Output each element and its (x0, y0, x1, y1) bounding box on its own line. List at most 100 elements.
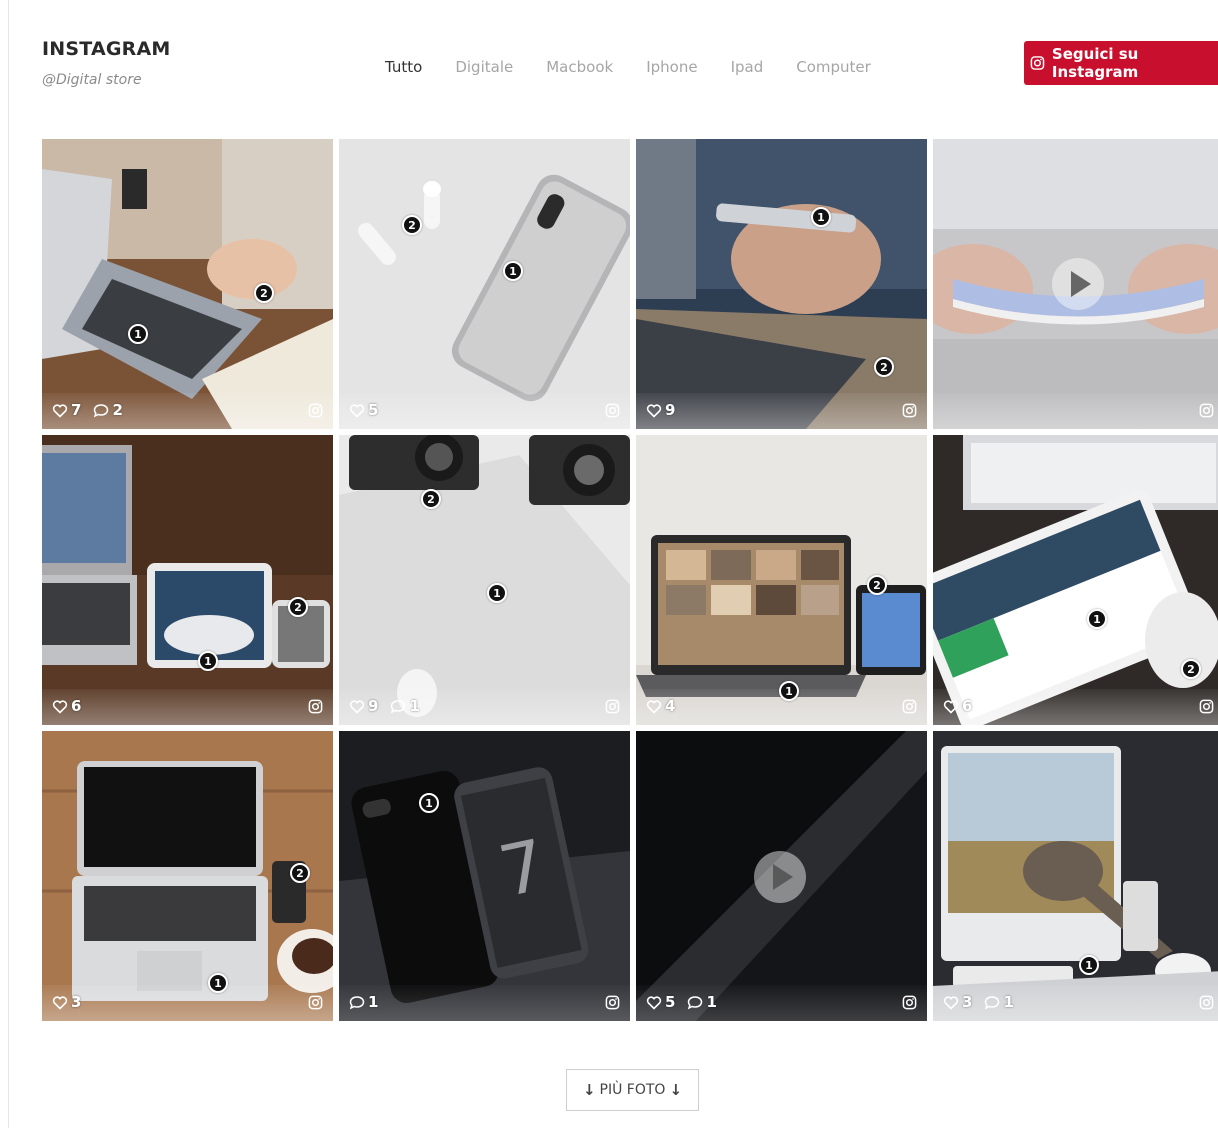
likes-count: 9 (646, 401, 675, 419)
likes-count: 4 (646, 697, 675, 715)
hotspot-marker-1[interactable]: 1 (779, 681, 799, 701)
heart-icon (646, 995, 662, 1010)
instagram-icon[interactable] (1199, 403, 1214, 418)
hotspot-marker-2[interactable]: 2 (288, 597, 308, 617)
instagram-icon[interactable] (1199, 995, 1214, 1010)
heart-icon (646, 403, 662, 418)
photo-tile-12[interactable]: 1 3 1 (933, 731, 1218, 1021)
arrow-down-icon: ↓ (669, 1081, 683, 1099)
hotspot-marker-1[interactable]: 1 (487, 583, 507, 603)
comments-count: 1 (984, 993, 1014, 1011)
video-play-button[interactable] (1052, 258, 1104, 310)
instagram-icon[interactable] (902, 699, 917, 714)
photo-ipad-keyboard (933, 435, 1218, 725)
instagram-icon[interactable] (605, 995, 620, 1010)
comments-count: 1 (349, 993, 378, 1011)
likes-count: 9 (349, 697, 378, 715)
photo-tile-2[interactable]: 1 2 5 (339, 139, 630, 429)
stats-overlay (636, 393, 927, 429)
tile-stats: 7 2 (52, 401, 123, 419)
hotspot-marker-2[interactable]: 2 (254, 283, 274, 303)
instagram-icon[interactable] (902, 403, 917, 418)
photo-tile-1[interactable]: 1 2 7 2 (42, 139, 333, 429)
load-more-photos-button[interactable]: ↓ PIÙ FOTO ↓ (566, 1069, 699, 1111)
filter-tab-iphone[interactable]: Iphone (646, 58, 697, 76)
comments-count: 2 (93, 401, 123, 419)
video-play-button[interactable] (754, 851, 806, 903)
tile-stats: 5 1 (646, 993, 717, 1011)
photo-tile-9[interactable]: 1 2 3 (42, 731, 333, 1021)
instagram-icon[interactable] (605, 403, 620, 418)
photo-tile-5[interactable]: 1 2 6 (42, 435, 333, 725)
heart-icon (52, 995, 68, 1010)
heart-icon (943, 699, 959, 714)
hotspot-marker-1[interactable]: 1 (198, 651, 218, 671)
comment-icon (349, 995, 365, 1009)
comment-icon (688, 995, 703, 1009)
instagram-icon[interactable] (1199, 699, 1214, 714)
hotspot-marker-1[interactable]: 1 (128, 324, 148, 344)
hotspot-marker-2[interactable]: 2 (290, 863, 310, 883)
hotspot-marker-2[interactable]: 2 (402, 215, 422, 235)
photo-tile-8[interactable]: 1 2 6 (933, 435, 1218, 725)
instagram-icon[interactable] (902, 995, 917, 1010)
stats-overlay (339, 393, 630, 429)
filter-tab-computer[interactable]: Computer (796, 58, 871, 76)
heart-icon (646, 699, 662, 714)
hotspot-marker-1[interactable]: 1 (1079, 955, 1099, 975)
heart-icon (943, 995, 959, 1010)
hotspot-marker-1[interactable]: 1 (419, 793, 439, 813)
photo-tile-11[interactable]: 5 1 (636, 731, 927, 1021)
filter-tab-ipad[interactable]: Ipad (731, 58, 764, 76)
photo-laptop-cameras (339, 435, 630, 725)
photo-phone-hand (636, 139, 927, 429)
follow-instagram-button[interactable]: Seguici su Instagram (1024, 41, 1218, 85)
filter-tab-macbook[interactable]: Macbook (546, 58, 613, 76)
heart-icon (349, 403, 365, 418)
hotspot-marker-2[interactable]: 2 (867, 575, 887, 595)
photo-apple-devices-wood (42, 435, 333, 725)
tile-stats: 3 1 (943, 993, 1014, 1011)
likes-count: 5 (646, 993, 675, 1011)
likes-count: 6 (52, 697, 81, 715)
photo-iphone-airpods (339, 139, 630, 429)
instagram-icon (1030, 56, 1045, 70)
tile-stats: 6 (943, 697, 972, 715)
hotspot-marker-1[interactable]: 1 (208, 973, 228, 993)
likes-count: 6 (943, 697, 972, 715)
stats-overlay (933, 689, 1218, 725)
filter-tab-digitale[interactable]: Digitale (455, 58, 513, 76)
hotspot-marker-2[interactable]: 2 (1181, 659, 1201, 679)
hotspot-marker-2[interactable]: 2 (421, 489, 441, 509)
photo-tile-10[interactable]: 7 1 1 (339, 731, 630, 1021)
photo-black-phones: 7 (339, 731, 630, 1021)
photo-grid: 1 2 7 2 1 2 5 1 2 9 1 2 6 1 2 9 1 1 2 4 … (42, 139, 1218, 1021)
gallery-header: INSTAGRAM @Digital store Tutto Digitale … (42, 38, 1218, 98)
photo-tile-7[interactable]: 1 2 4 (636, 435, 927, 725)
likes-count: 3 (943, 993, 972, 1011)
instagram-icon[interactable] (308, 403, 323, 418)
hotspot-marker-1[interactable]: 1 (1087, 609, 1107, 629)
heart-icon (349, 699, 365, 714)
tile-stats: 5 (349, 401, 378, 419)
hotspot-marker-1[interactable]: 1 (811, 207, 831, 227)
stats-overlay (42, 689, 333, 725)
comments-count: 1 (687, 993, 717, 1011)
hotspot-marker-2[interactable]: 2 (874, 357, 894, 377)
instagram-icon[interactable] (308, 995, 323, 1010)
follow-button-label: Seguici su Instagram (1051, 45, 1139, 81)
likes-count: 3 (52, 993, 81, 1011)
photo-imac-elephant (933, 731, 1218, 1021)
tile-stats: 3 (52, 993, 81, 1011)
photo-tile-3[interactable]: 1 2 9 (636, 139, 927, 429)
instagram-icon[interactable] (308, 699, 323, 714)
instagram-icon[interactable] (605, 699, 620, 714)
photo-tile-4[interactable] (933, 139, 1218, 429)
heart-icon (52, 699, 68, 714)
page-left-border (8, 0, 9, 1128)
comments-count: 1 (390, 697, 420, 715)
photo-tile-6[interactable]: 1 2 9 1 (339, 435, 630, 725)
hotspot-marker-1[interactable]: 1 (503, 261, 523, 281)
filter-tab-tutto[interactable]: Tutto (385, 58, 422, 76)
comment-icon (985, 995, 1000, 1009)
